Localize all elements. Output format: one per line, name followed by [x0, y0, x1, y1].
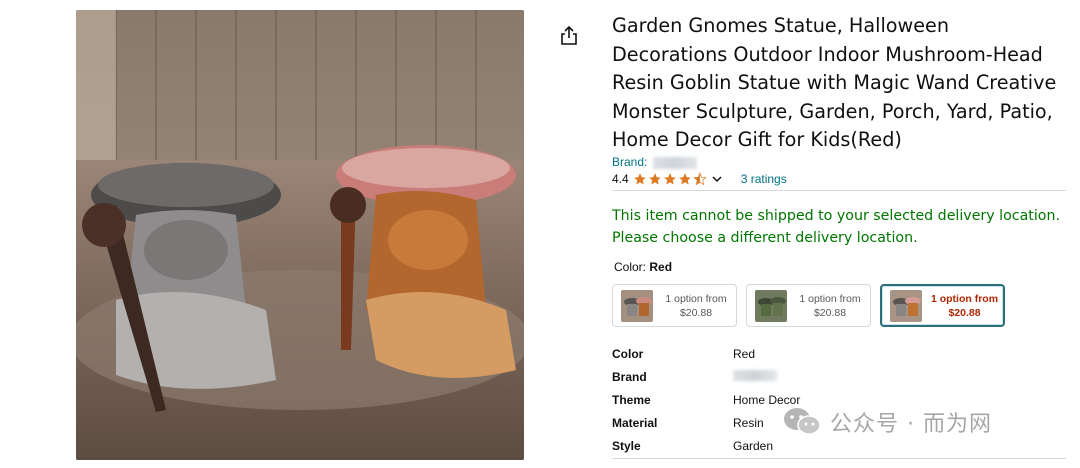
- title-line: Decorations Outdoor Indoor Mushroom-Head: [612, 42, 1043, 66]
- color-swatches: 1 option from $20.88 1 option from $20.8…: [612, 284, 1014, 327]
- star-rating[interactable]: [633, 172, 707, 186]
- spec-value: Home Decor: [733, 392, 801, 407]
- watermark-text: 公众号 · 而为网: [830, 412, 992, 437]
- star-icon: [648, 173, 661, 185]
- product-specs-table: Color Red Brand Theme Home Decor Materia…: [612, 342, 1072, 457]
- swatch-option-text: 1 option from: [799, 292, 861, 305]
- swatch-option-text: 1 option from: [665, 292, 727, 305]
- star-icon: [678, 173, 691, 185]
- spec-value: Red: [733, 346, 756, 361]
- brand-link[interactable]: Brand:: [612, 155, 697, 169]
- title-line: Garden Gnomes Statue, Halloween: [612, 14, 949, 37]
- watermark: 公众号 · 而为网: [782, 406, 992, 438]
- spec-value: Resin: [733, 415, 764, 430]
- spec-key: Style: [612, 438, 641, 453]
- swatch-price: $20.88: [679, 306, 713, 319]
- swatch-thumbnail: [621, 289, 653, 322]
- brand-label: Brand:: [612, 155, 648, 169]
- color-selector-label: Color: Red: [614, 260, 672, 274]
- product-title: Garden Gnomes Statue, Halloween Decorati…: [612, 12, 1072, 155]
- color-swatch-option[interactable]: 1 option from $20.88: [746, 284, 871, 327]
- spec-value: Garden: [733, 438, 774, 453]
- chevron-down-icon[interactable]: [711, 173, 723, 185]
- swatch-thumbnail: [755, 289, 787, 322]
- star-icon: [633, 173, 646, 185]
- spec-key: Theme: [612, 392, 651, 407]
- wechat-icon: [784, 408, 821, 435]
- delivery-warning: This item cannot be shipped to your sele…: [612, 205, 1072, 249]
- delivery-warning-line: Please choose a different delivery locat…: [612, 230, 918, 246]
- rating-row: 4.4 3 ratings: [612, 171, 787, 187]
- spec-row: Color Red: [612, 342, 1072, 365]
- brand-name-redacted: [652, 156, 697, 169]
- color-label: Color:: [614, 260, 647, 274]
- rating-value: 4.4: [612, 172, 629, 186]
- spec-row: Brand: [612, 365, 1072, 388]
- title-line: Monster Sculpture, Garden, Porch, Yard, …: [612, 99, 1053, 123]
- spec-key: Color: [612, 346, 644, 361]
- spec-value-redacted: [733, 369, 777, 384]
- star-half-icon: [692, 172, 707, 186]
- swatch-price: $20.88: [948, 306, 981, 319]
- color-swatch-option-selected[interactable]: 1 option from $20.88: [880, 284, 1005, 327]
- selected-color: Red: [649, 260, 673, 274]
- spec-key: Brand: [612, 369, 647, 384]
- delivery-warning-line: This item cannot be shipped to your sele…: [612, 208, 1060, 224]
- color-swatch-option[interactable]: 1 option from $20.88: [612, 284, 737, 327]
- swatch-price: $20.88: [813, 306, 847, 319]
- ratings-count-link[interactable]: 3 ratings: [741, 172, 787, 186]
- share-icon[interactable]: [560, 25, 578, 46]
- goblin-statues-photo: [76, 10, 524, 460]
- divider: [612, 190, 1066, 191]
- star-icon: [663, 173, 676, 185]
- swatch-thumbnail: [890, 289, 922, 322]
- title-line: Home Decor Gift for Kids(Red): [612, 128, 902, 151]
- title-line: Resin Goblin Statue with Magic Wand Crea…: [612, 71, 1057, 94]
- spec-key: Material: [612, 415, 658, 430]
- divider: [612, 458, 1066, 459]
- product-image[interactable]: [76, 10, 524, 460]
- swatch-option-text: 1 option from: [930, 292, 999, 305]
